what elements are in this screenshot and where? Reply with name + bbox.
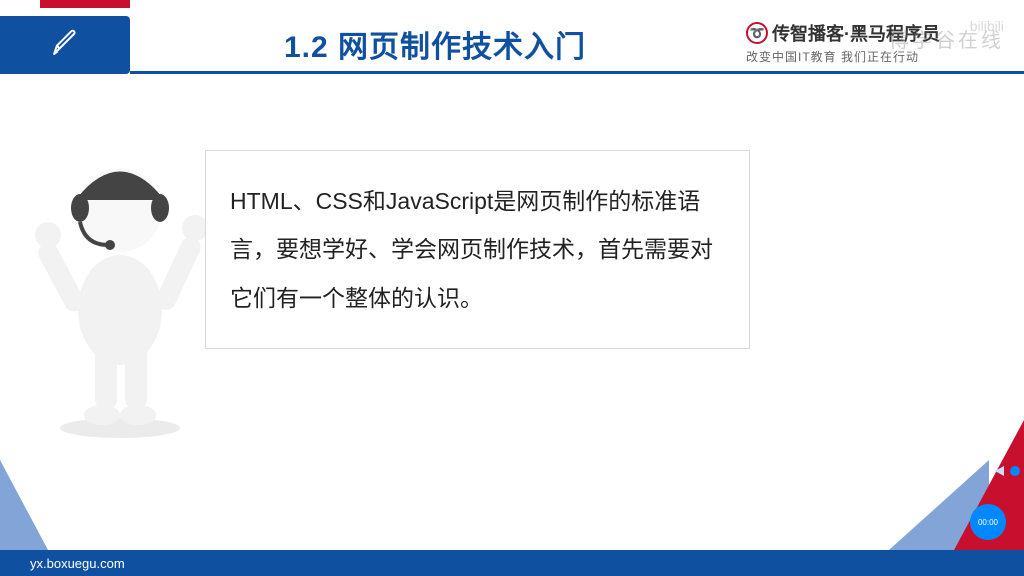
character-illustration [30,140,210,440]
play-timestamp-bubble[interactable]: 00:00 [970,504,1006,540]
footer-bar: yx.boxuegu.com [0,550,1024,576]
brand-logo-icon: ➰ [746,22,768,44]
brand-area: ➰ 传智播客·黑马程序员 改变中国IT教育 我们正在行动 [740,16,1024,74]
top-accent-bar [40,0,130,8]
content-box: HTML、CSS和JavaScript是网页制作的标准语言，要想学好、学会网页制… [205,150,750,349]
title-area: 1.2 网页制作技术入门 [130,16,740,74]
decoration-dots [995,466,1020,476]
section-title: 1.2 网页制作技术入门 [284,22,586,66]
brand-name: 传智播客·黑马程序员 [772,20,940,46]
header: 1.2 网页制作技术入门 ➰ 传智播客·黑马程序员 改变中国IT教育 我们正在行… [0,16,1024,74]
content-paragraph: HTML、CSS和JavaScript是网页制作的标准语言，要想学好、学会网页制… [230,188,713,311]
brand-tagline: 改变中国IT教育 我们正在行动 [746,48,1014,65]
footer-url: yx.boxuegu.com [30,556,125,571]
section-tab [0,16,130,74]
play-timestamp: 00:00 [978,518,998,527]
pencil-icon [47,25,83,66]
decoration-triangle-left [0,460,48,550]
